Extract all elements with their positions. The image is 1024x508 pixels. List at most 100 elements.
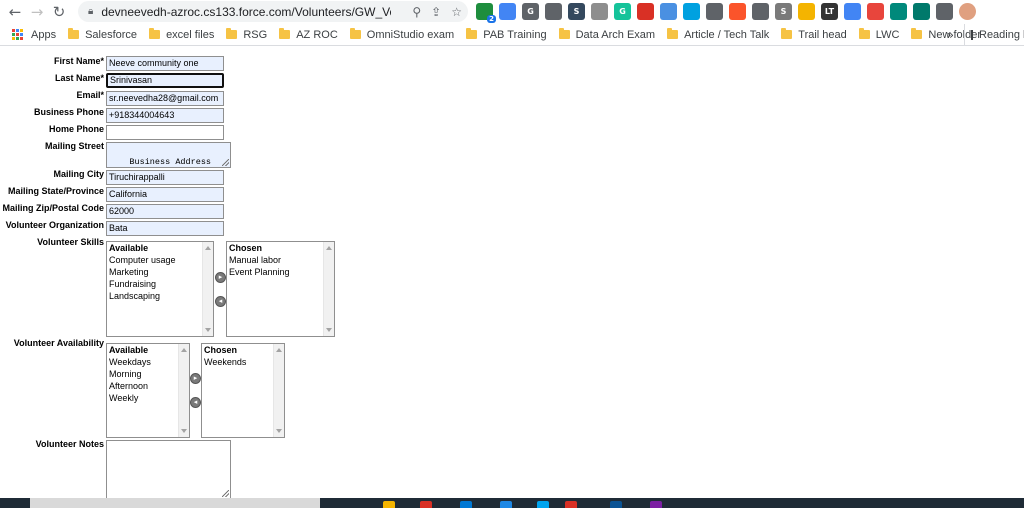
extension-green-badge-icon[interactable]: 2 — [476, 3, 496, 23]
bookmark-folder[interactable]: AZ ROC — [273, 24, 344, 46]
forward-arrow-icon[interactable]: → — [26, 1, 48, 23]
list-option[interactable]: Event Planning — [227, 266, 334, 278]
availability-move-left-button[interactable]: ◂ — [190, 397, 201, 408]
bookmark-folder[interactable]: Trail head — [775, 24, 853, 46]
list-option[interactable]: Landscaping — [107, 290, 213, 302]
extension-label: G — [527, 7, 534, 16]
info-extension-icon[interactable] — [660, 3, 677, 20]
calendar-extension-icon[interactable] — [499, 3, 516, 20]
folder-icon — [911, 28, 923, 39]
email-field[interactable]: sr.neevedha28@gmail.com — [106, 91, 224, 106]
list-option[interactable]: Weekends — [202, 356, 284, 368]
list-option[interactable]: Marketing — [107, 266, 213, 278]
extension-label: G — [619, 7, 626, 16]
home-phone-field[interactable] — [106, 125, 224, 140]
camera-extension-icon[interactable] — [706, 3, 723, 20]
zoom-icon[interactable]: ⚲ — [412, 5, 421, 19]
color-grid-extension-icon[interactable] — [867, 3, 884, 20]
cloud-extension-icon[interactable] — [591, 3, 608, 20]
taskbar-app-icon[interactable] — [383, 501, 395, 508]
skills-move-left-button[interactable]: ◂ — [215, 296, 226, 307]
availability-chosen-listbox[interactable]: Chosen Weekends — [201, 343, 285, 438]
taskbar-search-box[interactable] — [30, 498, 320, 508]
taskbar-app-icon[interactable] — [460, 501, 472, 508]
g-extension-icon[interactable]: G — [522, 3, 539, 20]
sync-extension-icon[interactable] — [890, 3, 907, 20]
reload-icon[interactable]: ↻ — [48, 1, 70, 23]
salesforce-cloud-icon[interactable] — [683, 3, 700, 20]
list-option[interactable]: Computer usage — [107, 254, 213, 266]
mailing-state-field[interactable]: California — [106, 187, 224, 202]
mailing-zip-field[interactable]: 62000 — [106, 204, 224, 219]
puzzle-icon[interactable] — [936, 3, 953, 20]
mailing-street-value: Business Address Feb 28, 2021 — [129, 157, 212, 167]
bookmark-folder[interactable]: Article / Tech Talk — [661, 24, 775, 46]
taskbar-chrome-icon[interactable] — [565, 501, 577, 508]
teal-extension-icon[interactable] — [913, 3, 930, 20]
folder-icon — [858, 28, 870, 39]
skills-move-right-button[interactable]: ▸ — [215, 272, 226, 283]
bookmarks-overflow-chevron[interactable]: » — [947, 24, 954, 46]
search-extension-icon[interactable] — [798, 3, 815, 20]
screen-extension-icon[interactable] — [545, 3, 562, 20]
list-option[interactable]: Morning — [107, 368, 189, 380]
back-arrow-icon[interactable]: ← — [4, 1, 26, 23]
list-option[interactable]: Weekdays — [107, 356, 189, 368]
scrollbar[interactable] — [178, 344, 189, 437]
mailing-city-field[interactable]: Tiruchirappalli — [106, 170, 224, 185]
mailing-street-textarea[interactable]: Business Address Feb 28, 2021 — [106, 142, 231, 168]
bookmark-folder[interactable]: Data Arch Exam — [553, 24, 661, 46]
bookmark-folder[interactable]: OmniStudio exam — [344, 24, 460, 46]
photo-extension-icon[interactable] — [752, 3, 769, 20]
taskbar-app-icon[interactable] — [610, 501, 622, 508]
scrollbar[interactable] — [202, 242, 213, 336]
availability-available-header: Available — [109, 345, 149, 355]
bookmark-folder[interactable]: LWC — [853, 24, 906, 46]
list-option[interactable]: Afternoon — [107, 380, 189, 392]
wrench-icon[interactable] — [844, 3, 861, 20]
bookmark-folder[interactable]: PAB Training — [460, 24, 552, 46]
skills-chosen-listbox[interactable]: Chosen Manual labor Event Planning — [226, 241, 335, 337]
first-name-field[interactable]: Neeve community one — [106, 56, 224, 71]
business-phone-field[interactable]: +918344004643 — [106, 108, 224, 123]
availability-move-right-button[interactable]: ▸ — [190, 373, 201, 384]
lt-extension-icon[interactable]: LT — [821, 3, 838, 20]
share-icon[interactable]: ⇪ — [431, 5, 441, 19]
s-box-extension-icon[interactable]: S — [775, 3, 792, 20]
availability-available-listbox[interactable]: Available Weekdays Morning Afternoon Weekly — [106, 343, 190, 438]
red-extension-icon[interactable] — [637, 3, 654, 20]
reading-list[interactable]: Reading list — [964, 24, 1024, 46]
list-option[interactable]: Manual labor — [227, 254, 334, 266]
taskbar-app-icon[interactable] — [420, 501, 432, 508]
volunteer-notes-textarea[interactable] — [106, 440, 231, 499]
resize-grip-icon[interactable] — [222, 159, 229, 166]
last-name-field[interactable]: Srinivasan — [106, 73, 224, 88]
email-label: Email* — [76, 90, 104, 100]
taskbar-app-icon[interactable] — [500, 501, 512, 508]
list-option[interactable]: Weekly — [107, 392, 189, 404]
bookmark-folder[interactable]: RSG — [220, 24, 273, 46]
list-option[interactable]: Fundraising — [107, 278, 213, 290]
profile-avatar-icon[interactable] — [959, 3, 976, 20]
scrollbar[interactable] — [273, 344, 284, 437]
lock-icon[interactable]: 🔒︎ — [88, 6, 93, 17]
folder-icon — [781, 28, 793, 39]
bookmark-folders: Salesforce excel files RSG AZ ROC OmniStudio… — [62, 24, 987, 46]
skills-available-listbox[interactable]: Available Computer usage Marketing Fundrai… — [106, 241, 214, 337]
scrollbar[interactable] — [323, 242, 334, 336]
address-bar[interactable]: 🔒︎ devneevedh-azroc.cs133.force.com/Volu… — [78, 1, 468, 22]
brave-extension-icon[interactable] — [729, 3, 746, 20]
volunteer-signup-form: First Name* Neeve community one Last Nam… — [0, 46, 1024, 499]
url-text[interactable]: devneevedh-azroc.cs133.force.com/Volunte… — [101, 5, 391, 19]
bookmark-folder[interactable]: excel files — [143, 24, 220, 46]
bookmark-star-icon[interactable]: ☆ — [451, 5, 462, 19]
taskbar-app-icon[interactable] — [650, 501, 662, 508]
taskbar-app-icon[interactable] — [537, 501, 549, 508]
bookmark-label: AZ ROC — [296, 28, 338, 41]
bookmark-folder[interactable]: Salesforce — [62, 24, 143, 46]
resize-grip-icon[interactable] — [222, 490, 229, 497]
volunteer-org-field[interactable]: Bata — [106, 221, 224, 236]
grammarly-icon[interactable]: G — [614, 3, 631, 20]
bookmark-apps[interactable]: Apps — [0, 24, 62, 46]
s-extension-icon[interactable]: S — [568, 3, 585, 20]
